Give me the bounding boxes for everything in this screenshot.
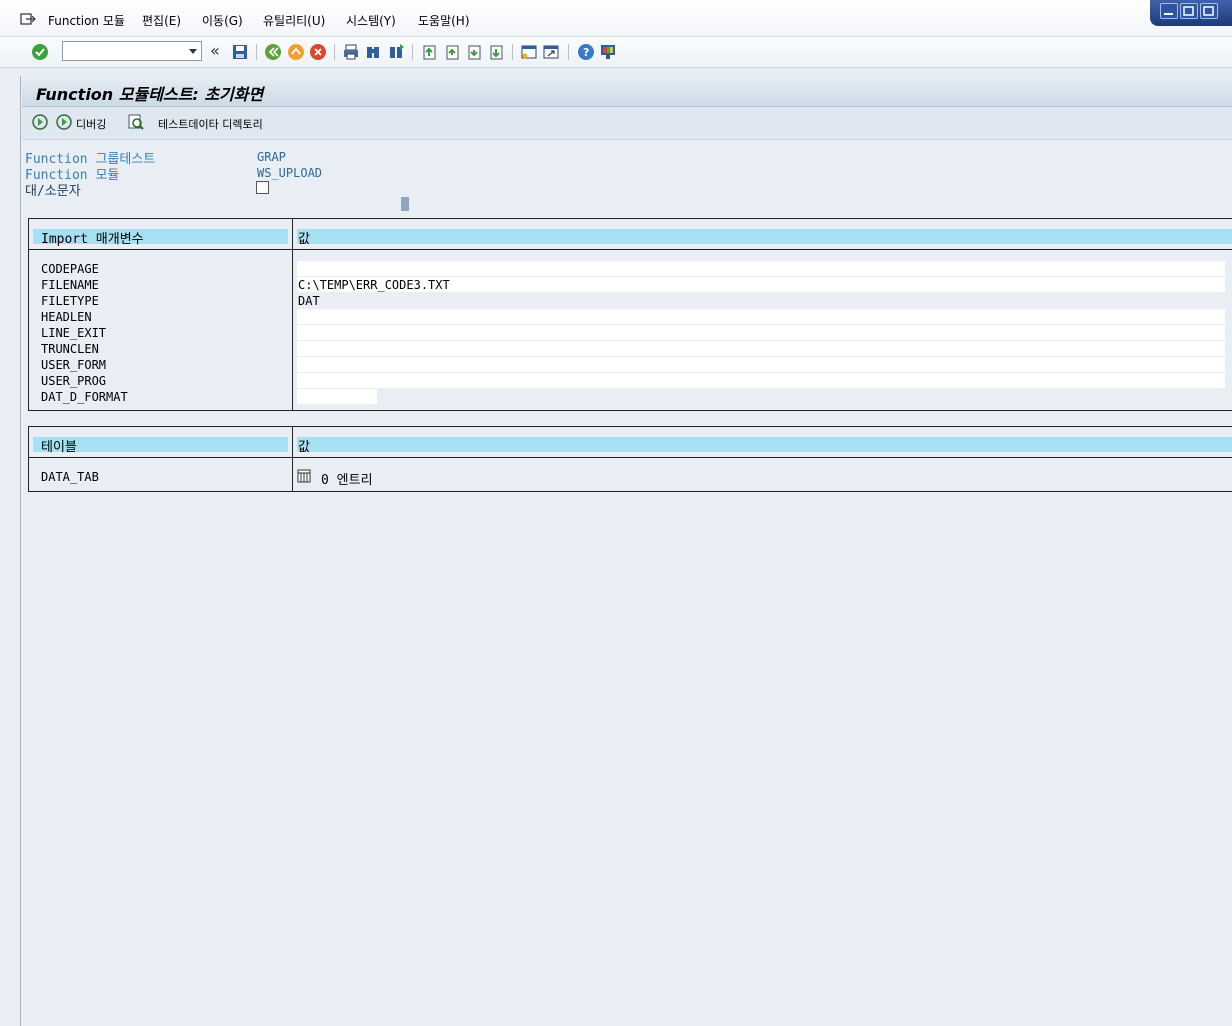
param-value[interactable]: DAT (298, 294, 320, 308)
restore-icon[interactable] (1200, 3, 1218, 19)
prev-page-icon[interactable] (443, 43, 461, 61)
left-frame-rule (20, 76, 21, 1026)
find-next-icon[interactable] (387, 43, 405, 61)
cancel-icon[interactable] (309, 43, 327, 61)
command-field[interactable] (62, 41, 202, 61)
table-name: DATA_TAB (41, 470, 99, 484)
import-param-header: Import 매개변수 (41, 232, 144, 247)
param-name: USER_FORM (41, 358, 107, 372)
param-value-field[interactable] (297, 341, 1225, 356)
param-value-field[interactable] (297, 261, 1225, 276)
param-name: HEADLEN (41, 310, 92, 324)
value-header-cell (297, 437, 1232, 452)
toolbar-separator (334, 44, 335, 60)
menu-utilities[interactable]: 유틸리티(U) (263, 12, 325, 29)
toolbar-separator (568, 44, 569, 60)
param-value-field[interactable] (297, 357, 1225, 372)
column-divider (292, 427, 293, 491)
print-icon[interactable] (342, 43, 360, 61)
find-icon[interactable] (364, 43, 382, 61)
menu-goto[interactable]: 이동(G) (202, 12, 243, 29)
tables-table: 테이블 값 DATA_TAB 0 엔트리 (28, 426, 1232, 492)
tables-value-header: 값 (298, 440, 310, 455)
case-sensitive-checkbox[interactable] (256, 181, 269, 194)
value-header-cell (297, 229, 1232, 244)
maximize-icon[interactable] (1180, 3, 1198, 19)
param-value-field[interactable] (297, 389, 377, 404)
import-header-row: Import 매개변수 값 (29, 219, 1232, 250)
enter-icon[interactable] (31, 43, 49, 61)
chevron-down-icon[interactable] (189, 49, 197, 54)
param-name: CODEPAGE (41, 262, 99, 276)
toolbar-separator (412, 44, 413, 60)
svg-text:?: ? (583, 46, 589, 59)
menu-system[interactable]: 시스템(Y) (346, 12, 396, 29)
param-name: DAT_D_FORMAT (41, 390, 128, 404)
back-icon[interactable] (264, 43, 282, 61)
minimize-icon[interactable] (1160, 3, 1178, 19)
table-entries-icon[interactable] (297, 469, 311, 486)
shortcut-icon[interactable] (542, 43, 560, 61)
param-value-field[interactable] (297, 309, 1225, 324)
toolbar-separator (256, 44, 257, 60)
testdata-directory-button[interactable]: 테스트데이타 디렉토리 (158, 116, 263, 132)
application-toolbar: 디버깅 테스트데이타 디렉토리 (22, 107, 1232, 140)
help-icon[interactable]: ? (577, 43, 595, 61)
param-value: C:\TEMP\ERR_CODE3.TXT (298, 278, 450, 292)
column-divider (292, 219, 293, 410)
menu-function-module[interactable]: Function 모듈 (48, 12, 125, 29)
layout-icon[interactable] (599, 43, 617, 61)
menu-bar: Function 모듈 편집(E) 이동(G) 유틸리티(U) 시스템(Y) 도… (0, 0, 1232, 37)
first-page-icon[interactable] (420, 43, 438, 61)
execute-icon[interactable] (32, 114, 50, 132)
page-title: Function 모듈테스트: 초기화면 (36, 85, 264, 104)
param-name: FILETYPE (41, 294, 99, 308)
collapse-command-icon[interactable]: « (210, 41, 220, 60)
tables-header: 테이블 (41, 440, 77, 455)
debug-icon[interactable] (56, 114, 74, 132)
tables-header-row: 테이블 값 (29, 427, 1232, 458)
save-icon[interactable] (231, 43, 249, 61)
param-name: FILENAME (41, 278, 99, 292)
import-value-header: 값 (298, 232, 310, 247)
standard-toolbar: « ? (0, 37, 1232, 68)
case-sensitive-label: 대/소문자 (25, 184, 81, 199)
debug-button[interactable]: 디버깅 (76, 116, 106, 132)
import-parameters-table: Import 매개변수 값 CODEPAGE FILENAME C:\TEMP\… (28, 218, 1232, 411)
last-page-icon[interactable] (487, 43, 505, 61)
menu-edit[interactable]: 편집(E) (142, 12, 181, 29)
title-bar: Function 모듈테스트: 초기화면 (22, 76, 1232, 107)
exit-icon[interactable] (287, 43, 305, 61)
param-name: TRUNCLEN (41, 342, 99, 356)
cursor-marker (401, 197, 409, 211)
param-name: LINE_EXIT (41, 326, 107, 340)
testdata-directory-icon[interactable] (127, 113, 145, 131)
menu-help[interactable]: 도움말(H) (418, 12, 470, 29)
param-name: USER_PROG (41, 374, 107, 388)
function-module-value: WS_UPLOAD (257, 166, 323, 180)
toolbar-separator (512, 44, 513, 60)
new-session-icon[interactable] (520, 43, 538, 61)
next-page-icon[interactable] (465, 43, 483, 61)
table-entries-value[interactable]: 0 엔트리 (321, 469, 373, 488)
function-group-value: GRAP (257, 150, 286, 164)
menu-exit-icon[interactable] (20, 12, 36, 26)
param-value-field[interactable] (297, 325, 1225, 340)
param-value-field[interactable] (297, 373, 1225, 388)
window-controls (1150, 0, 1232, 26)
